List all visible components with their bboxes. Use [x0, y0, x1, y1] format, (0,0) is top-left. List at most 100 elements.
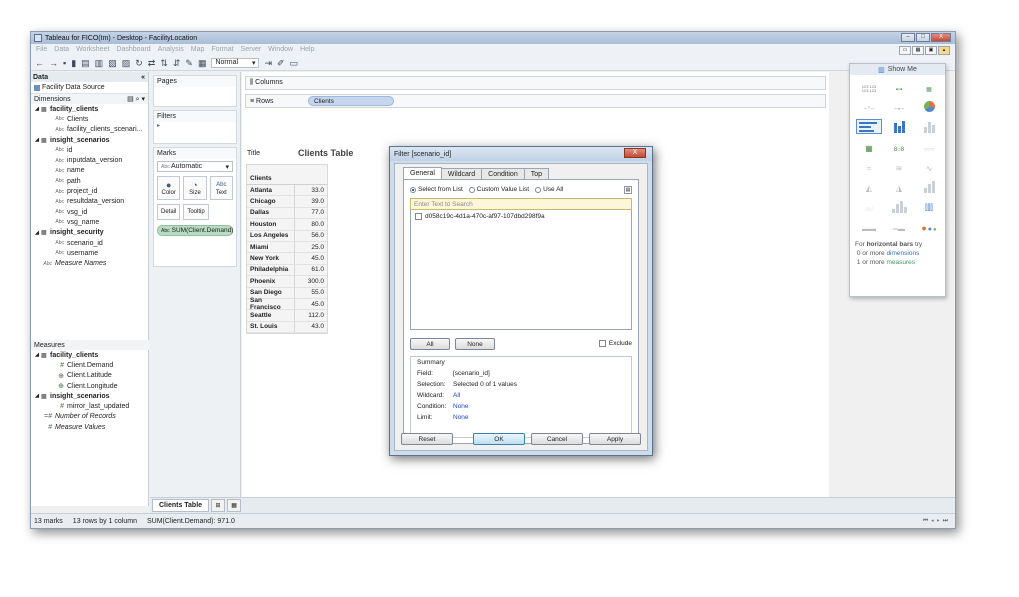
field-item[interactable]: # Measure Values — [31, 422, 149, 432]
tooltip-button[interactable]: Tooltip — [183, 204, 209, 220]
field-item[interactable]: Abc resultdata_version — [31, 197, 148, 207]
custom-value-list-radio[interactable]: Custom Value List — [468, 186, 529, 193]
table-row[interactable]: Seattle 112.0 — [247, 310, 327, 322]
menu-window[interactable]: Window — [268, 46, 293, 53]
menu-format[interactable]: Format — [211, 46, 233, 53]
tab-clients-table[interactable]: Clients Table — [152, 499, 210, 512]
new-worksheet-tab-icon[interactable]: ⊞ — [211, 499, 226, 512]
table-group[interactable]: ◢ ▦ insight_scenarios — [31, 135, 148, 145]
field-item[interactable]: # mirror_last_updated — [31, 401, 149, 411]
highlight-icon[interactable]: ✎ — [185, 58, 193, 68]
duplicate-sheet-icon[interactable]: ▥ — [95, 58, 104, 68]
minimize-pane-icon[interactable]: « — [141, 74, 145, 81]
box-whisker-icon[interactable]: ⫿⫿⫿ — [916, 199, 942, 214]
use-all-radio[interactable]: Use All — [535, 186, 563, 193]
stacked-bars-icon[interactable] — [886, 119, 912, 134]
search-icon[interactable]: ▤ ⌕ ▾ — [127, 95, 145, 104]
field-item[interactable]: Abc Measure Names — [31, 258, 148, 268]
story-view-icon[interactable]: ▣ — [925, 46, 937, 55]
reset-button[interactable]: Reset — [401, 433, 453, 445]
circle-view-icon[interactable]: 8○8 — [886, 139, 912, 154]
field-item[interactable]: ⊕ Client.Longitude — [31, 381, 149, 391]
tab-condition[interactable]: Condition — [481, 168, 525, 179]
field-item[interactable]: Abc username — [31, 248, 148, 258]
heat-map-icon[interactable]: ▪▫▪ — [886, 79, 912, 94]
menu-map[interactable]: Map — [191, 46, 205, 53]
table-group[interactable]: ◢ ▦ facility_clients — [31, 104, 148, 114]
clients-pill[interactable]: Clients — [308, 96, 394, 106]
ok-button[interactable]: OK — [473, 433, 525, 445]
table-row[interactable]: Phoenix 300.0 — [247, 276, 327, 288]
expand-triangle-icon[interactable]: ◢ — [33, 230, 41, 236]
menu-worksheet[interactable]: Worksheet — [76, 46, 109, 53]
select-from-list-radio[interactable]: Select from List — [410, 186, 463, 193]
text-table-icon[interactable]: 123 123 123 123 — [856, 79, 882, 94]
table-group[interactable]: ◢ ▦ insight_security — [31, 228, 148, 238]
exclude-option[interactable]: Exclude — [598, 340, 632, 347]
run-update-icon[interactable]: ↻ — [135, 58, 143, 68]
table-row[interactable]: Philadelphia 61.0 — [247, 264, 327, 277]
sheet-title[interactable]: Clients Table — [298, 148, 353, 158]
clients-column-header[interactable]: Clients — [247, 165, 327, 185]
field-item[interactable]: Abc vsg_name — [31, 217, 148, 227]
dialog-close-button[interactable]: X — [624, 148, 646, 158]
field-item[interactable]: Abc inputdata_version — [31, 155, 148, 165]
packed-bubbles-icon[interactable]: ● ● ● — [916, 219, 942, 234]
close-window-button[interactable]: X — [931, 33, 951, 42]
tab-top[interactable]: Top — [523, 168, 550, 179]
pages-card[interactable]: Pages — [153, 75, 237, 107]
new-dashboard-tab-icon[interactable]: ▦ — [227, 499, 242, 512]
table-row[interactable]: San Francisco 45.0 — [247, 297, 327, 311]
field-item[interactable]: Abc facility_clients_scenari... — [31, 125, 148, 135]
field-item[interactable]: Abc Clients — [31, 114, 148, 124]
sheet-navigation-icons[interactable]: ⏮◂▸⏭ — [923, 518, 951, 525]
expand-triangle-icon[interactable]: ◢ — [33, 352, 41, 358]
detail-button[interactable]: Detail — [157, 204, 181, 220]
presentation-view-icon[interactable]: ▴ — [938, 46, 950, 55]
data-source-icon[interactable]: ▮ — [71, 58, 76, 68]
clear-sheet-icon[interactable]: ▧ — [108, 58, 117, 68]
field-item[interactable]: ⊕ Client.Latitude — [31, 371, 149, 381]
table-row[interactable]: Los Angeles 56.0 — [247, 230, 327, 242]
field-item[interactable]: Abc project_id — [31, 186, 148, 196]
back-arrow-icon[interactable]: ← — [35, 58, 44, 68]
field-item[interactable]: Abc name — [31, 166, 148, 176]
expand-triangle-icon[interactable]: ◢ — [33, 137, 41, 143]
marks-type-select[interactable]: Abc Automatic ▾ — [157, 161, 233, 172]
tab-wildcard[interactable]: Wildcard — [440, 168, 483, 179]
rows-shelf[interactable]: ≡ Rows Clients — [245, 94, 826, 108]
menu-server[interactable]: Server — [241, 46, 262, 53]
menu-help[interactable]: Help — [300, 46, 314, 53]
field-item[interactable]: Abc path — [31, 176, 148, 186]
sort-descending-icon[interactable]: ⇵ — [173, 58, 181, 68]
exclude-checkbox[interactable] — [598, 340, 606, 347]
field-item[interactable]: =# Number of Records — [31, 412, 149, 422]
table-row[interactable]: St. Louis 43.0 — [247, 321, 327, 334]
highlight-table-icon[interactable]: ▦ — [916, 79, 942, 94]
data-source-item[interactable]: Facility Data Source — [31, 82, 148, 94]
summary-condition-value[interactable]: None — [453, 403, 469, 410]
dashboard-view-icon[interactable]: ▦ — [912, 46, 924, 55]
none-button[interactable]: None — [455, 338, 495, 350]
table-group[interactable]: ◢ ▦ insight_scenarios — [31, 391, 149, 401]
swap-icon[interactable]: ⇄ — [148, 58, 156, 68]
text-button[interactable]: Abc Text — [209, 176, 233, 200]
table-group[interactable]: ◢ ▦ facility_clients — [31, 350, 149, 360]
list-item[interactable]: d058c19c-4d1a-470c-af97-107dbd298f9a — [411, 210, 631, 223]
summary-wildcard-value[interactable]: All — [453, 392, 460, 399]
pie-chart-icon[interactable] — [916, 99, 942, 114]
sum-demand-pill[interactable]: Abc SUM(Client.Demand) — [157, 225, 233, 236]
field-item[interactable]: Abc vsg_id — [31, 207, 148, 217]
size-button[interactable]: ◔ Size — [183, 176, 207, 200]
maximize-button[interactable]: □ — [916, 33, 930, 42]
summary-limit-value[interactable]: None — [453, 414, 469, 421]
sort-ascending-icon[interactable]: ⇅ — [160, 58, 168, 68]
horizontal-bars-icon[interactable] — [856, 119, 882, 134]
cancel-button[interactable]: Cancel — [531, 433, 583, 445]
apply-button[interactable]: Apply — [589, 433, 641, 445]
menu-analysis[interactable]: Analysis — [158, 46, 184, 53]
group-icon[interactable]: ▦ — [198, 58, 207, 68]
save-icon[interactable]: ▪ — [63, 58, 66, 68]
columns-shelf[interactable]: ⫼ Columns — [245, 76, 826, 90]
tab-general[interactable]: General — [403, 167, 442, 179]
